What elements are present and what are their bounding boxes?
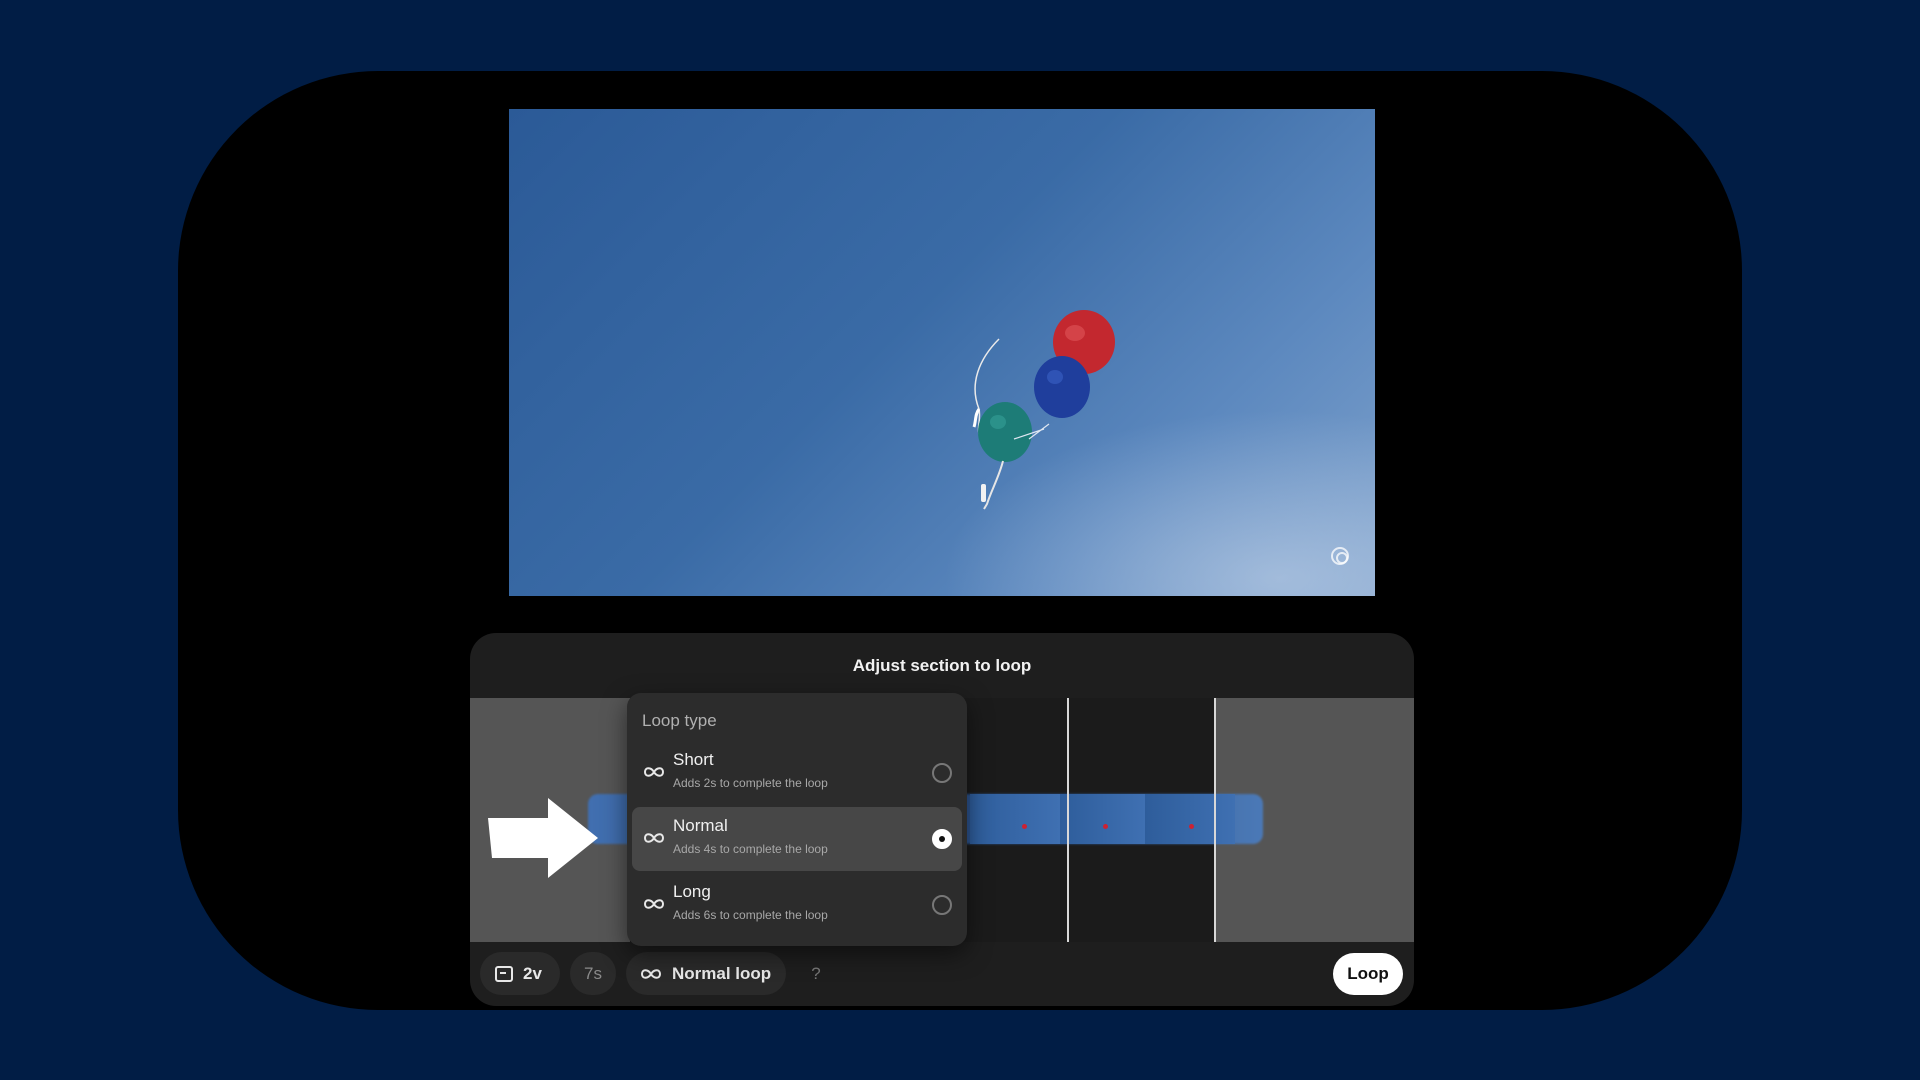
panel-title: Adjust section to loop — [852, 656, 1032, 675]
loop-type-menu: Loop type Short Adds 2s to complete the … — [627, 693, 967, 946]
infinity-icon — [643, 833, 665, 843]
loop-button[interactable]: Loop — [1333, 953, 1403, 995]
help-button[interactable]: ? — [796, 952, 836, 995]
menu-item-description: Adds 4s to complete the loop — [673, 842, 828, 856]
radio-button-selected[interactable] — [932, 829, 952, 849]
menu-item-description: Adds 6s to complete the loop — [673, 908, 828, 922]
menu-item-normal[interactable]: Normal Adds 4s to complete the loop — [632, 807, 962, 871]
infinity-icon — [643, 767, 665, 777]
loop-type-label: Normal loop — [672, 963, 772, 983]
radio-button[interactable] — [932, 895, 952, 915]
loop-start-handle[interactable] — [1067, 698, 1069, 942]
loop-end-handle[interactable] — [1214, 698, 1216, 942]
menu-item-label: Short — [673, 750, 714, 769]
menu-item-label: Normal — [673, 816, 728, 835]
thumbnail-frame — [1145, 794, 1235, 844]
pointer-arrow-icon — [488, 798, 598, 878]
help-label: ? — [811, 963, 821, 983]
video-preview[interactable] — [509, 109, 1375, 596]
menu-item-label: Long — [673, 882, 711, 901]
loop-type-button[interactable]: Normal loop — [626, 952, 786, 995]
duration-button[interactable]: 7s — [570, 952, 616, 995]
thumbnail-frame — [970, 794, 1060, 844]
aspect-ratio-button[interactable]: 2v — [480, 952, 560, 995]
menu-item-short[interactable]: Short Adds 2s to complete the loop — [632, 741, 962, 805]
duration-label: 7s — [584, 963, 602, 983]
menu-title: Loop type — [642, 711, 717, 730]
infinity-icon — [640, 968, 662, 979]
aspect-ratio-icon — [495, 965, 513, 982]
balloons-image — [972, 310, 1115, 510]
infinity-icon — [643, 899, 665, 909]
radio-button[interactable] — [932, 763, 952, 783]
thumbnail-frame — [1060, 794, 1145, 844]
menu-item-description: Adds 2s to complete the loop — [673, 776, 828, 790]
menu-item-long[interactable]: Long Adds 6s to complete the loop — [632, 873, 962, 937]
ai-watermark-icon — [1331, 547, 1349, 565]
aspect-ratio-label: 2v — [523, 963, 542, 983]
bottom-toolbar: 2v 7s Normal loop ? Loop — [470, 942, 1414, 1006]
